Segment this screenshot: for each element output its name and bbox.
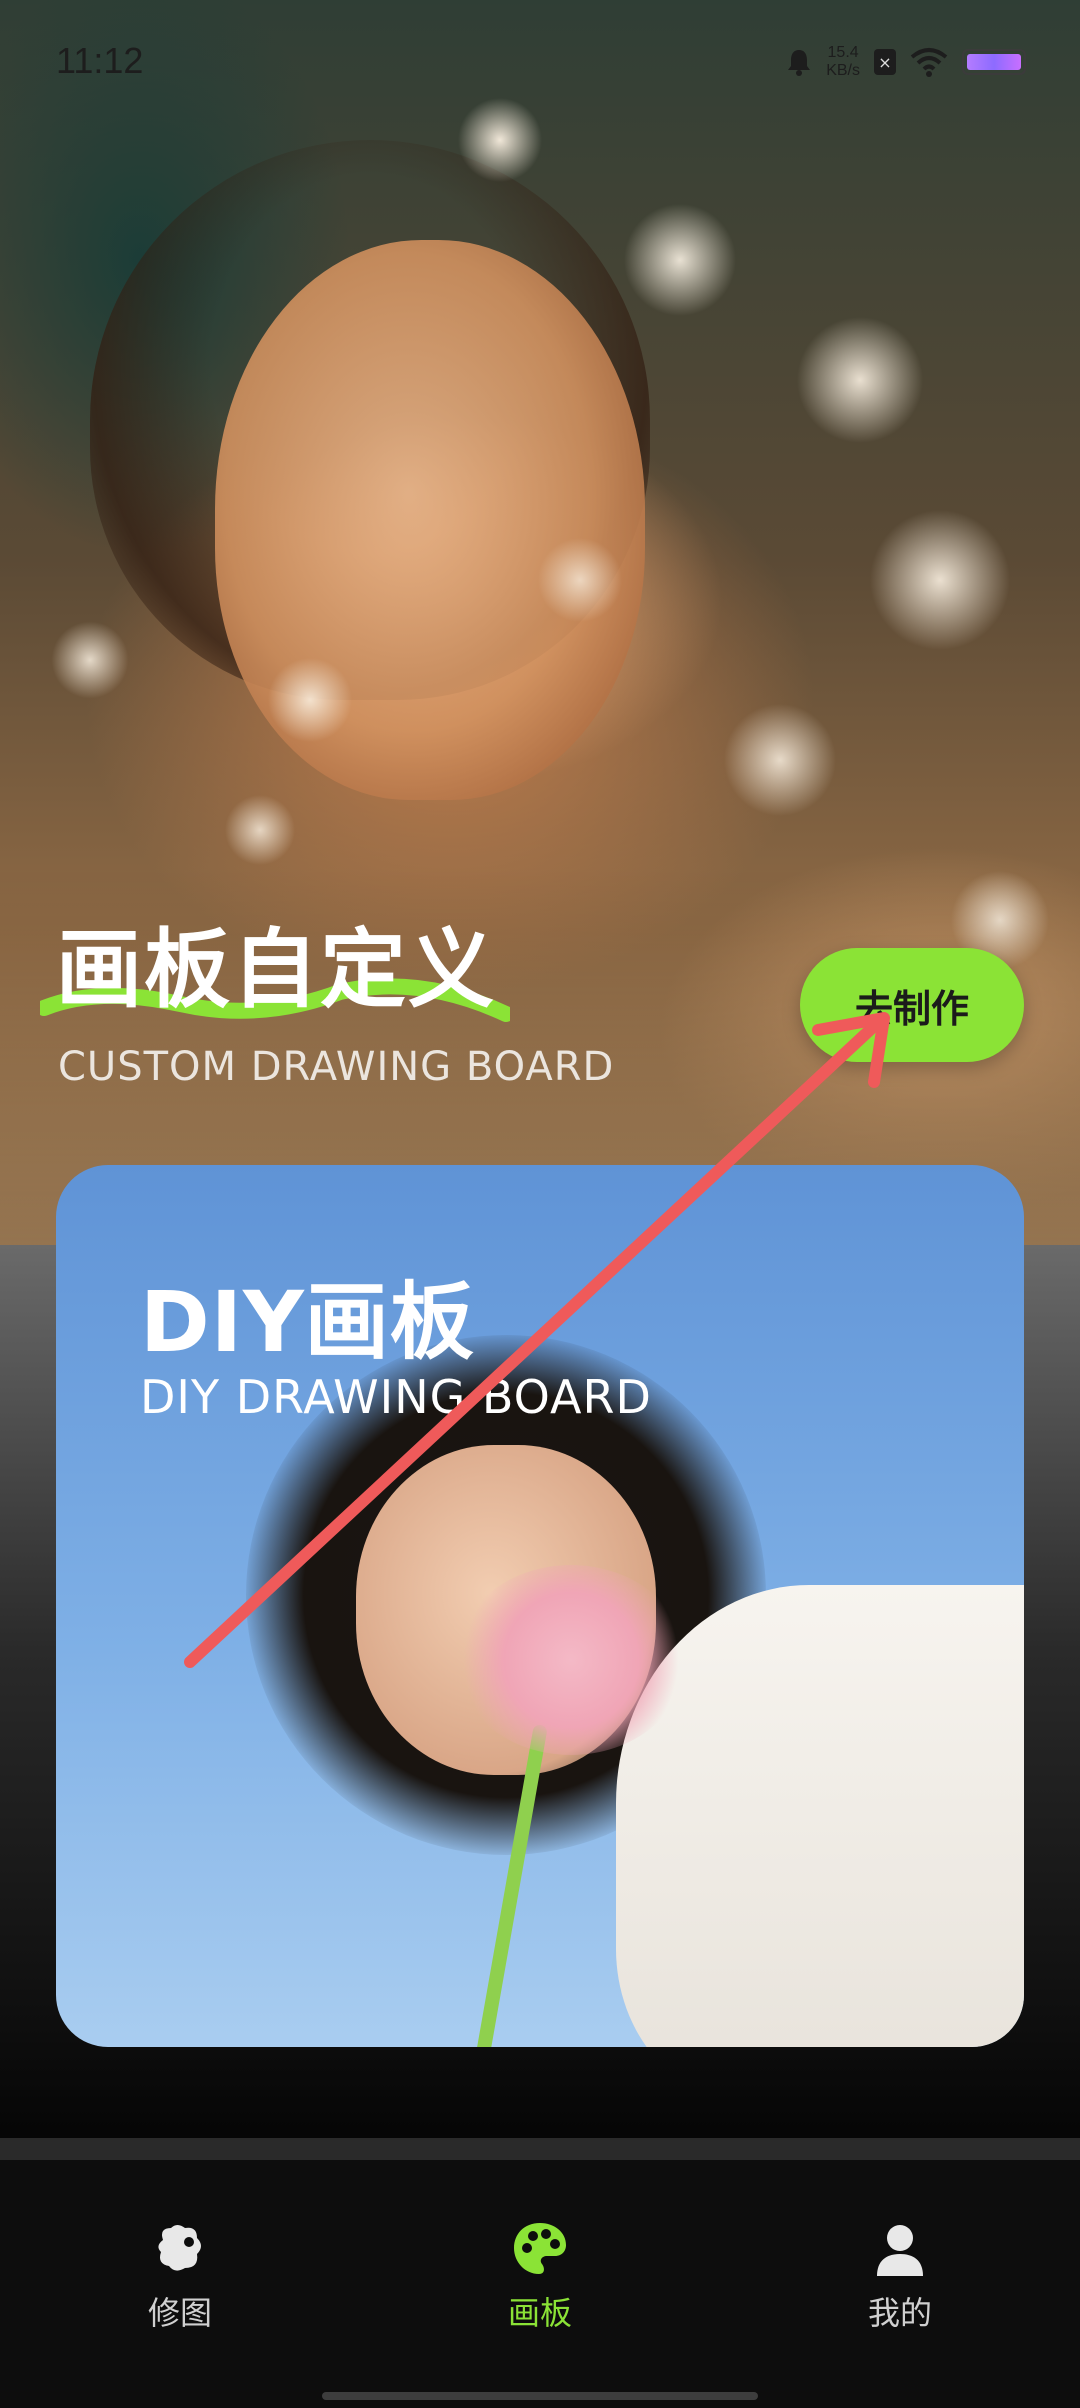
net-speed-unit: KB/s: [826, 62, 860, 79]
status-bar: 11:12 15.4 KB/s ×: [0, 0, 1080, 120]
hero-title-wrap: 画板自定义: [40, 920, 510, 1022]
nav-divider: [0, 2138, 1080, 2160]
status-icons: 15.4 KB/s ×: [786, 42, 1026, 82]
status-time: 11:12: [56, 40, 144, 81]
nav-item-drawing-board[interactable]: 画板: [440, 2220, 640, 2334]
profile-icon: [877, 2225, 923, 2276]
nav-label-profile: 我的: [867, 2294, 932, 2332]
diy-board-card[interactable]: DIY画板 DIY DRAWING BOARD: [56, 1165, 1024, 2047]
wifi-icon: [910, 48, 948, 77]
diy-card-title: DIY画板: [140, 1273, 475, 1371]
hero-subtitle: CUSTOM DRAWING BOARD: [58, 1044, 615, 1090]
nav-item-edit-photo[interactable]: 修图: [80, 2220, 280, 2334]
nav-item-profile[interactable]: 我的: [800, 2220, 1000, 2334]
home-indicator[interactable]: [322, 2392, 758, 2400]
alarm-icon: [788, 50, 811, 76]
diy-card-subtitle: DIY DRAWING BOARD: [140, 1370, 652, 1424]
card-photo-flower: [456, 1565, 686, 1755]
go-create-button[interactable]: 去制作: [800, 948, 1024, 1062]
net-speed: 15.4 KB/s: [826, 44, 860, 80]
palette-icon: [514, 2223, 566, 2274]
sim-x-icon: ×: [874, 49, 896, 75]
edit-photo-icon: [158, 2225, 201, 2271]
battery-icon: [962, 49, 1026, 75]
nav-label-edit-photo: 修图: [147, 2294, 212, 2332]
net-speed-value: 15.4: [827, 44, 859, 61]
nav-label-drawing-board: 画板: [507, 2294, 572, 2332]
hero-title: 画板自定义: [56, 920, 496, 1020]
bottom-nav: 修图 画板 我的: [0, 2160, 1080, 2408]
